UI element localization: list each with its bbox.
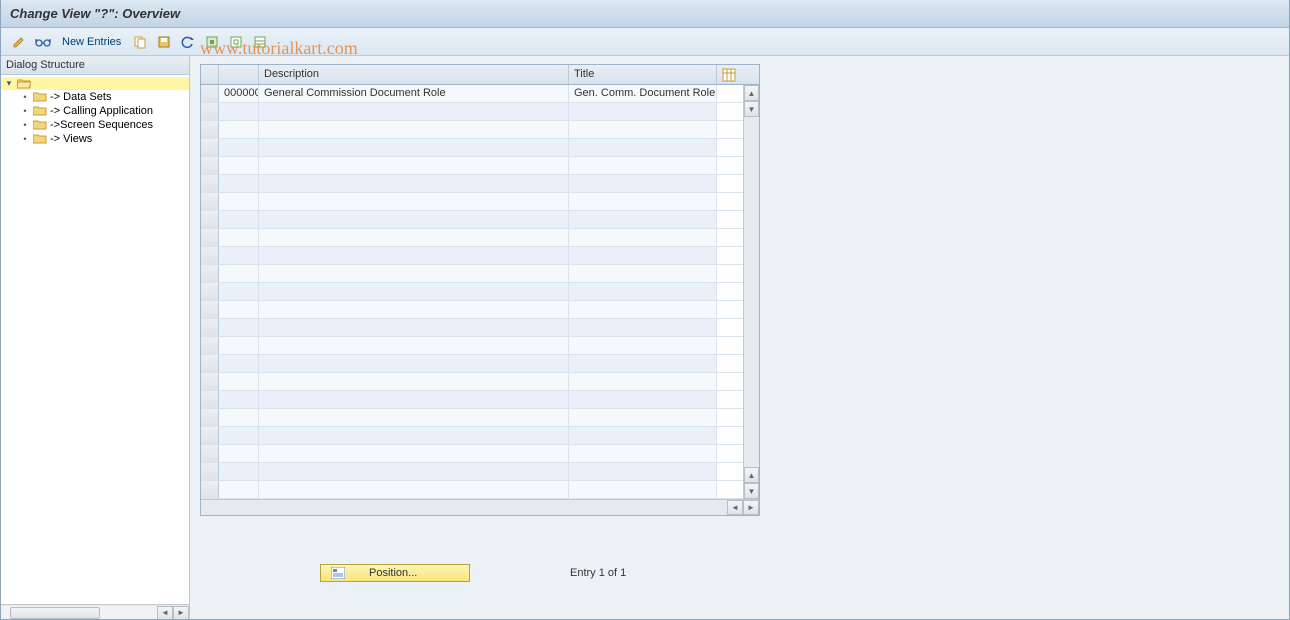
position-label: Position... bbox=[369, 567, 417, 579]
table-row[interactable] bbox=[201, 337, 759, 355]
table-row[interactable] bbox=[201, 355, 759, 373]
bullet-icon: • bbox=[20, 120, 30, 130]
folder-icon bbox=[33, 92, 47, 102]
table-row[interactable] bbox=[201, 139, 759, 157]
table-row[interactable] bbox=[201, 247, 759, 265]
tree-label: -> Data Sets bbox=[50, 91, 111, 103]
main-area: Description Title 000000 General Commiss… bbox=[190, 56, 1290, 620]
table-row[interactable] bbox=[201, 193, 759, 211]
data-table: Description Title 000000 General Commiss… bbox=[200, 64, 760, 516]
scroll-left-icon[interactable]: ◄ bbox=[727, 500, 743, 515]
scrollbar-thumb[interactable] bbox=[10, 607, 100, 619]
table-row[interactable] bbox=[201, 481, 759, 499]
select-all-icon[interactable] bbox=[203, 33, 221, 51]
column-id[interactable] bbox=[219, 65, 259, 84]
table-settings-icon[interactable] bbox=[251, 33, 269, 51]
folder-icon bbox=[33, 134, 47, 144]
table-row[interactable] bbox=[201, 157, 759, 175]
new-entries-button[interactable]: New Entries bbox=[58, 36, 125, 48]
table-vscrollbar[interactable]: ▲ ▼ ▲ ▼ bbox=[743, 85, 759, 499]
tree-root-node[interactable]: ▾ bbox=[0, 77, 189, 90]
window-title: Change View "?": Overview bbox=[0, 0, 1290, 28]
dialog-tree: ▾ • -> Data Sets • -> Calling Applicatio… bbox=[0, 75, 189, 620]
deselect-all-icon[interactable] bbox=[227, 33, 245, 51]
table-row[interactable] bbox=[201, 301, 759, 319]
tree-item-data-sets[interactable]: • -> Data Sets bbox=[0, 90, 189, 104]
scrollbar-track[interactable] bbox=[0, 606, 157, 620]
table-row[interactable] bbox=[201, 265, 759, 283]
scroll-down-icon[interactable]: ▼ bbox=[744, 483, 759, 499]
tree-label: ->Screen Sequences bbox=[50, 119, 153, 131]
table-hscrollbar[interactable]: ◄ ► bbox=[201, 499, 759, 515]
table-row[interactable] bbox=[201, 427, 759, 445]
table-row[interactable] bbox=[201, 283, 759, 301]
column-selector[interactable] bbox=[201, 65, 219, 84]
undo-icon[interactable] bbox=[179, 33, 197, 51]
glasses-icon[interactable] bbox=[34, 33, 52, 51]
dialog-structure-panel: Dialog Structure ▾ • -> Data Sets • bbox=[0, 56, 190, 620]
cell-id[interactable]: 000000 bbox=[219, 85, 259, 102]
table-row[interactable] bbox=[201, 319, 759, 337]
table-row[interactable] bbox=[201, 103, 759, 121]
column-title[interactable]: Title bbox=[569, 65, 717, 84]
table-row[interactable] bbox=[201, 445, 759, 463]
cell-title[interactable]: Gen. Comm. Document Role bbox=[569, 85, 717, 102]
scroll-down-icon[interactable]: ▼ bbox=[744, 101, 759, 117]
scroll-left-icon[interactable]: ◄ bbox=[157, 606, 173, 620]
bullet-icon: • bbox=[20, 92, 30, 102]
scroll-up-icon[interactable]: ▲ bbox=[744, 85, 759, 101]
column-description[interactable]: Description bbox=[259, 65, 569, 84]
tree-item-calling-application[interactable]: • -> Calling Application bbox=[0, 104, 189, 118]
tree-label: -> Views bbox=[50, 133, 92, 145]
scrollbar-track[interactable] bbox=[201, 500, 727, 515]
scroll-up-icon[interactable]: ▲ bbox=[744, 467, 759, 483]
table-row[interactable] bbox=[201, 121, 759, 139]
row-selector[interactable] bbox=[201, 85, 219, 102]
scroll-right-icon[interactable]: ► bbox=[173, 606, 189, 620]
table-body: 000000 General Commission Document Role … bbox=[201, 85, 759, 499]
table-footer: Position... Entry 1 of 1 bbox=[320, 564, 626, 582]
table-row[interactable] bbox=[201, 373, 759, 391]
position-icon bbox=[331, 567, 345, 579]
scrollbar-track[interactable] bbox=[744, 117, 759, 467]
table-row[interactable] bbox=[201, 175, 759, 193]
configure-columns-icon[interactable] bbox=[717, 65, 741, 84]
tree-item-views[interactable]: • -> Views bbox=[0, 132, 189, 146]
bullet-icon: • bbox=[20, 106, 30, 116]
edit-icon[interactable] bbox=[10, 33, 28, 51]
position-button[interactable]: Position... bbox=[320, 564, 470, 582]
copy-icon[interactable] bbox=[131, 33, 149, 51]
collapse-icon[interactable]: ▾ bbox=[4, 78, 14, 89]
content-area: Dialog Structure ▾ • -> Data Sets • bbox=[0, 56, 1290, 620]
dialog-structure-header: Dialog Structure bbox=[0, 56, 189, 75]
entry-count: Entry 1 of 1 bbox=[570, 567, 626, 579]
table-row[interactable]: 000000 General Commission Document Role … bbox=[201, 85, 759, 103]
table-row[interactable] bbox=[201, 463, 759, 481]
folder-icon bbox=[33, 120, 47, 130]
table-header-row: Description Title bbox=[201, 65, 759, 85]
table-row[interactable] bbox=[201, 409, 759, 427]
bullet-icon: • bbox=[20, 134, 30, 144]
table-row[interactable] bbox=[201, 229, 759, 247]
cell-description[interactable]: General Commission Document Role bbox=[259, 85, 569, 102]
table-row[interactable] bbox=[201, 391, 759, 409]
tree-label: -> Calling Application bbox=[50, 105, 153, 117]
dialog-hscrollbar[interactable]: ◄ ► bbox=[0, 604, 189, 620]
table-row[interactable] bbox=[201, 211, 759, 229]
toolbar: New Entries bbox=[0, 28, 1290, 56]
title-text: Change View "?": Overview bbox=[10, 6, 180, 21]
tree-item-screen-sequences[interactable]: • ->Screen Sequences bbox=[0, 118, 189, 132]
scroll-right-icon[interactable]: ► bbox=[743, 500, 759, 515]
folder-open-icon bbox=[17, 79, 31, 89]
folder-icon bbox=[33, 106, 47, 116]
save-variant-icon[interactable] bbox=[155, 33, 173, 51]
